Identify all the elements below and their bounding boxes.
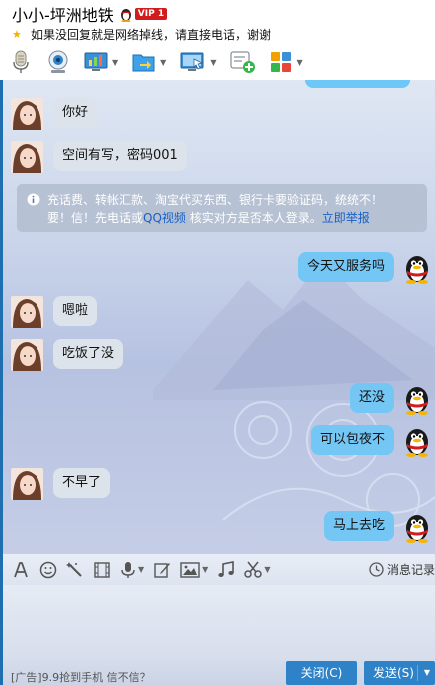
notice-line-2: 要！信！先电话或QQ视频 核实对方是否本人登录。立即举报 [47,209,419,227]
previous-message-bubble [305,80,410,88]
clock-icon [369,562,384,577]
shake-button[interactable] [66,561,84,579]
chevron-down-icon[interactable]: ▼ [112,58,118,67]
camera-icon [48,50,68,73]
emoji-button[interactable] [39,561,57,579]
message-row: 可以包夜不 [310,425,432,457]
message-row: 吃饭了没 [11,339,124,371]
message-history-button[interactable]: 消息记录 [369,561,435,578]
message-row: 你好 [11,98,98,130]
apps-grid-icon [271,52,292,72]
star-icon: ★ [12,27,22,41]
message-bubble[interactable]: 今天又服务吗 [297,252,394,282]
contact-avatar[interactable] [11,141,43,173]
security-notice: 充话费、转帐汇款、淘宝代买东西、银行卡要验证码，统统不！ 要！信！先电话或QQ视… [17,184,427,232]
message-bubble[interactable]: 马上去吃 [323,511,394,541]
message-bubble[interactable]: 还没 [349,383,394,413]
chevron-down-icon[interactable]: ▼ [202,565,208,574]
chat-toolbar: ▼ ▼ ▼ ▼ [10,48,317,76]
contact-name[interactable]: 小小-坪洲地铁 [12,2,114,26]
signature-text: 如果没回复就是网络掉线，请直接电话，谢谢 [31,27,272,42]
message-row: 今天又服务吗 [297,252,432,284]
chevron-down-icon[interactable]: ▼ [296,58,302,67]
chevron-down-icon[interactable]: ▼ [210,58,216,67]
apps-grid-button[interactable]: ▼ [270,51,303,73]
chat-message-area[interactable]: 你好 空间有写，密码001 充话费、转帐汇款、淘宝代买东西、银行卡要验证码，统统… [3,80,435,553]
video-call-button[interactable] [46,49,70,75]
image-button[interactable]: ▼ [180,561,208,579]
signature-row: ★ 如果没回复就是网络掉线，请直接电话，谢谢 [12,26,271,42]
send-divider [417,665,418,681]
presentation-button[interactable]: ▼ [84,51,118,73]
remote-desktop-icon [180,52,204,71]
edit-button[interactable] [153,561,171,579]
chevron-down-icon[interactable]: ▼ [138,565,144,574]
music-button[interactable] [217,560,235,579]
image-icon [180,561,200,578]
voice-call-button[interactable] [10,49,32,75]
music-note-icon [218,560,235,577]
notice-text: 要！信！先电话或 [47,211,144,225]
footer-bar: [广告]9.9抢到手机 信不信？ 关闭(C) 发送(S) ▼ [3,657,435,685]
qq-penguin-avatar[interactable] [402,511,432,543]
chevron-down-icon[interactable]: ▼ [264,565,270,574]
report-link[interactable]: 立即举报 [322,211,370,225]
contact-avatar[interactable] [11,339,43,371]
font-icon [14,561,28,577]
send-button[interactable]: 发送(S) ▼ [364,661,435,685]
magic-wand-icon [66,561,82,577]
edit-icon [154,562,171,578]
message-bubble[interactable]: 可以包夜不 [310,425,394,455]
emoji-icon [39,561,57,578]
file-transfer-icon [132,54,155,72]
qq-penguin-icon [120,9,131,22]
message-bubble[interactable]: 你好 [53,98,98,128]
ad-link[interactable]: [广告]9.9抢到手机 信不信？ [11,669,151,685]
presentation-icon [84,52,108,71]
qq-penguin-avatar[interactable] [402,425,432,457]
message-row: 不早了 [11,468,111,500]
voice-message-button[interactable]: ▼ [120,561,144,579]
font-button[interactable] [12,561,30,579]
microphone-icon [121,561,135,578]
message-input[interactable] [3,585,435,657]
add-app-button[interactable] [230,50,256,74]
vip-badge[interactable]: VIP 1 [134,8,168,20]
chevron-down-icon[interactable]: ▼ [424,661,430,685]
close-button[interactable]: 关闭(C) [286,661,357,685]
message-row: 还没 [349,383,432,415]
input-toolbar: ▼ ▼ ▼ 消息记录 [3,553,435,585]
message-row: 空间有写，密码001 [11,141,187,173]
scissors-icon [244,561,263,578]
qq-penguin-avatar[interactable] [402,383,432,415]
qq-penguin-avatar[interactable] [402,252,432,284]
contact-avatar[interactable] [11,296,43,328]
message-bubble[interactable]: 嗯啦 [53,296,98,326]
add-app-icon [230,51,256,73]
chevron-down-icon[interactable]: ▼ [160,58,166,67]
film-icon [94,561,110,578]
remote-desktop-button[interactable]: ▼ [180,51,216,73]
chat-header: 小小-坪洲地铁 VIP 1 ★ 如果没回复就是网络掉线，请直接电话，谢谢 ▼ ▼… [0,0,435,80]
title-row: 小小-坪洲地铁 VIP 1 [12,2,168,26]
message-history-label: 消息记录 [386,563,435,577]
notice-line-1: 充话费、转帐汇款、淘宝代买东西、银行卡要验证码，统统不！ [47,193,384,207]
message-bubble[interactable]: 不早了 [53,468,111,498]
contact-avatar[interactable] [11,468,43,500]
message-bubble[interactable]: 吃饭了没 [53,339,124,369]
send-label: 发送(S) [373,666,414,680]
file-transfer-button[interactable]: ▼ [132,51,166,73]
screenshot-button[interactable]: ▼ [244,561,270,579]
microphone-icon [13,50,29,73]
info-icon [27,193,40,206]
contact-avatar[interactable] [11,98,43,130]
message-row: 嗯啦 [11,296,98,328]
message-bubble[interactable]: 空间有写，密码001 [53,141,187,171]
message-row: 马上去吃 [323,511,432,543]
notice-text: 核实对方是否本人登录。 [189,211,322,225]
screen-capture-button[interactable] [93,561,111,579]
qq-video-link[interactable]: QQ视频 [143,211,186,225]
